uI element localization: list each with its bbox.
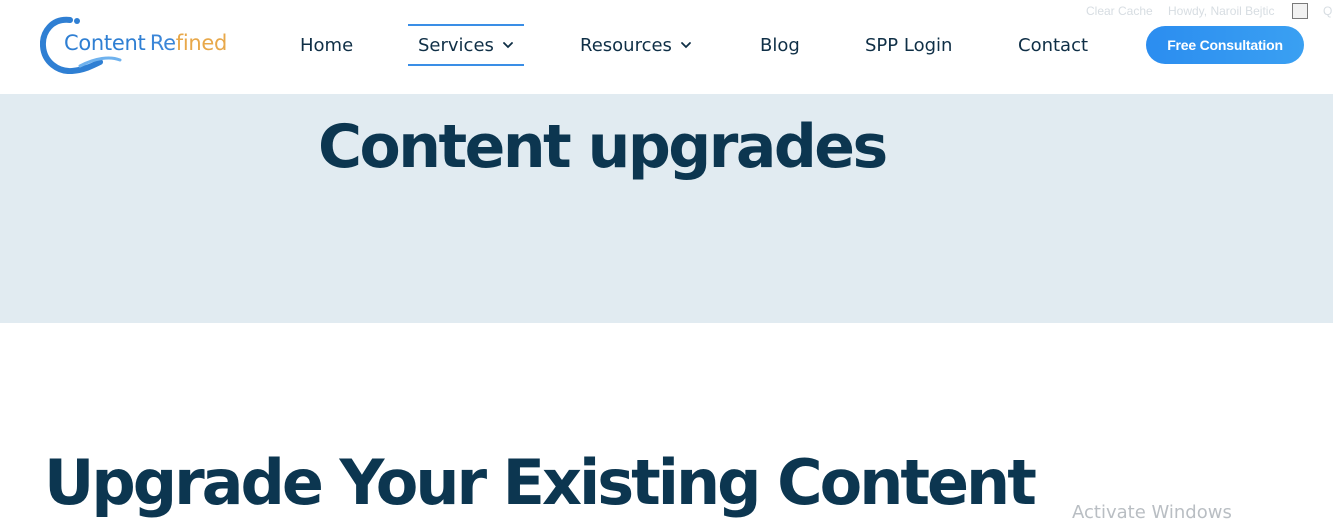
nav-resources-label: Resources (580, 34, 672, 56)
logo-word-re: Re (149, 31, 176, 55)
admin-avatar[interactable] (1292, 3, 1308, 19)
activate-windows-watermark: Activate Windows (1072, 502, 1232, 523)
nav-contact[interactable]: Contact (1018, 30, 1088, 60)
logo-wordmark: Content Refined (64, 31, 227, 55)
clear-cache-link[interactable]: Clear Cache (1086, 4, 1153, 20)
nav-services-label: Services (418, 34, 494, 56)
nav-blog[interactable]: Blog (760, 30, 800, 60)
chevron-down-icon (503, 42, 513, 49)
site-header: Content Refined Home Services Resources … (0, 0, 1333, 94)
nav-home[interactable]: Home (300, 30, 353, 60)
nav-spp-login[interactable]: SPP Login (865, 30, 952, 60)
section-heading: Upgrade Your Existing Content (44, 446, 1037, 519)
page-title: Content upgrades (318, 112, 888, 182)
admin-howdy-link[interactable]: Howdy, Naroil Bejtic (1168, 4, 1274, 20)
site-logo[interactable]: Content Refined (40, 16, 240, 74)
nav-resources[interactable]: Resources (580, 30, 692, 60)
logo-word-content: Content (64, 31, 146, 55)
nav-spp-login-label: SPP Login (865, 34, 953, 56)
admin-search-icon[interactable]: Q (1323, 4, 1332, 18)
nav-home-label: Home (300, 34, 354, 56)
chevron-down-icon (681, 42, 691, 49)
hero-banner: Content upgrades (0, 94, 1333, 323)
nav-contact-label: Contact (1018, 34, 1089, 56)
logo-word-fined: fined (175, 31, 228, 55)
nav-services[interactable]: Services (418, 30, 514, 60)
nav-blog-label: Blog (760, 34, 800, 56)
free-consultation-button[interactable]: Free Consultation (1146, 26, 1304, 64)
